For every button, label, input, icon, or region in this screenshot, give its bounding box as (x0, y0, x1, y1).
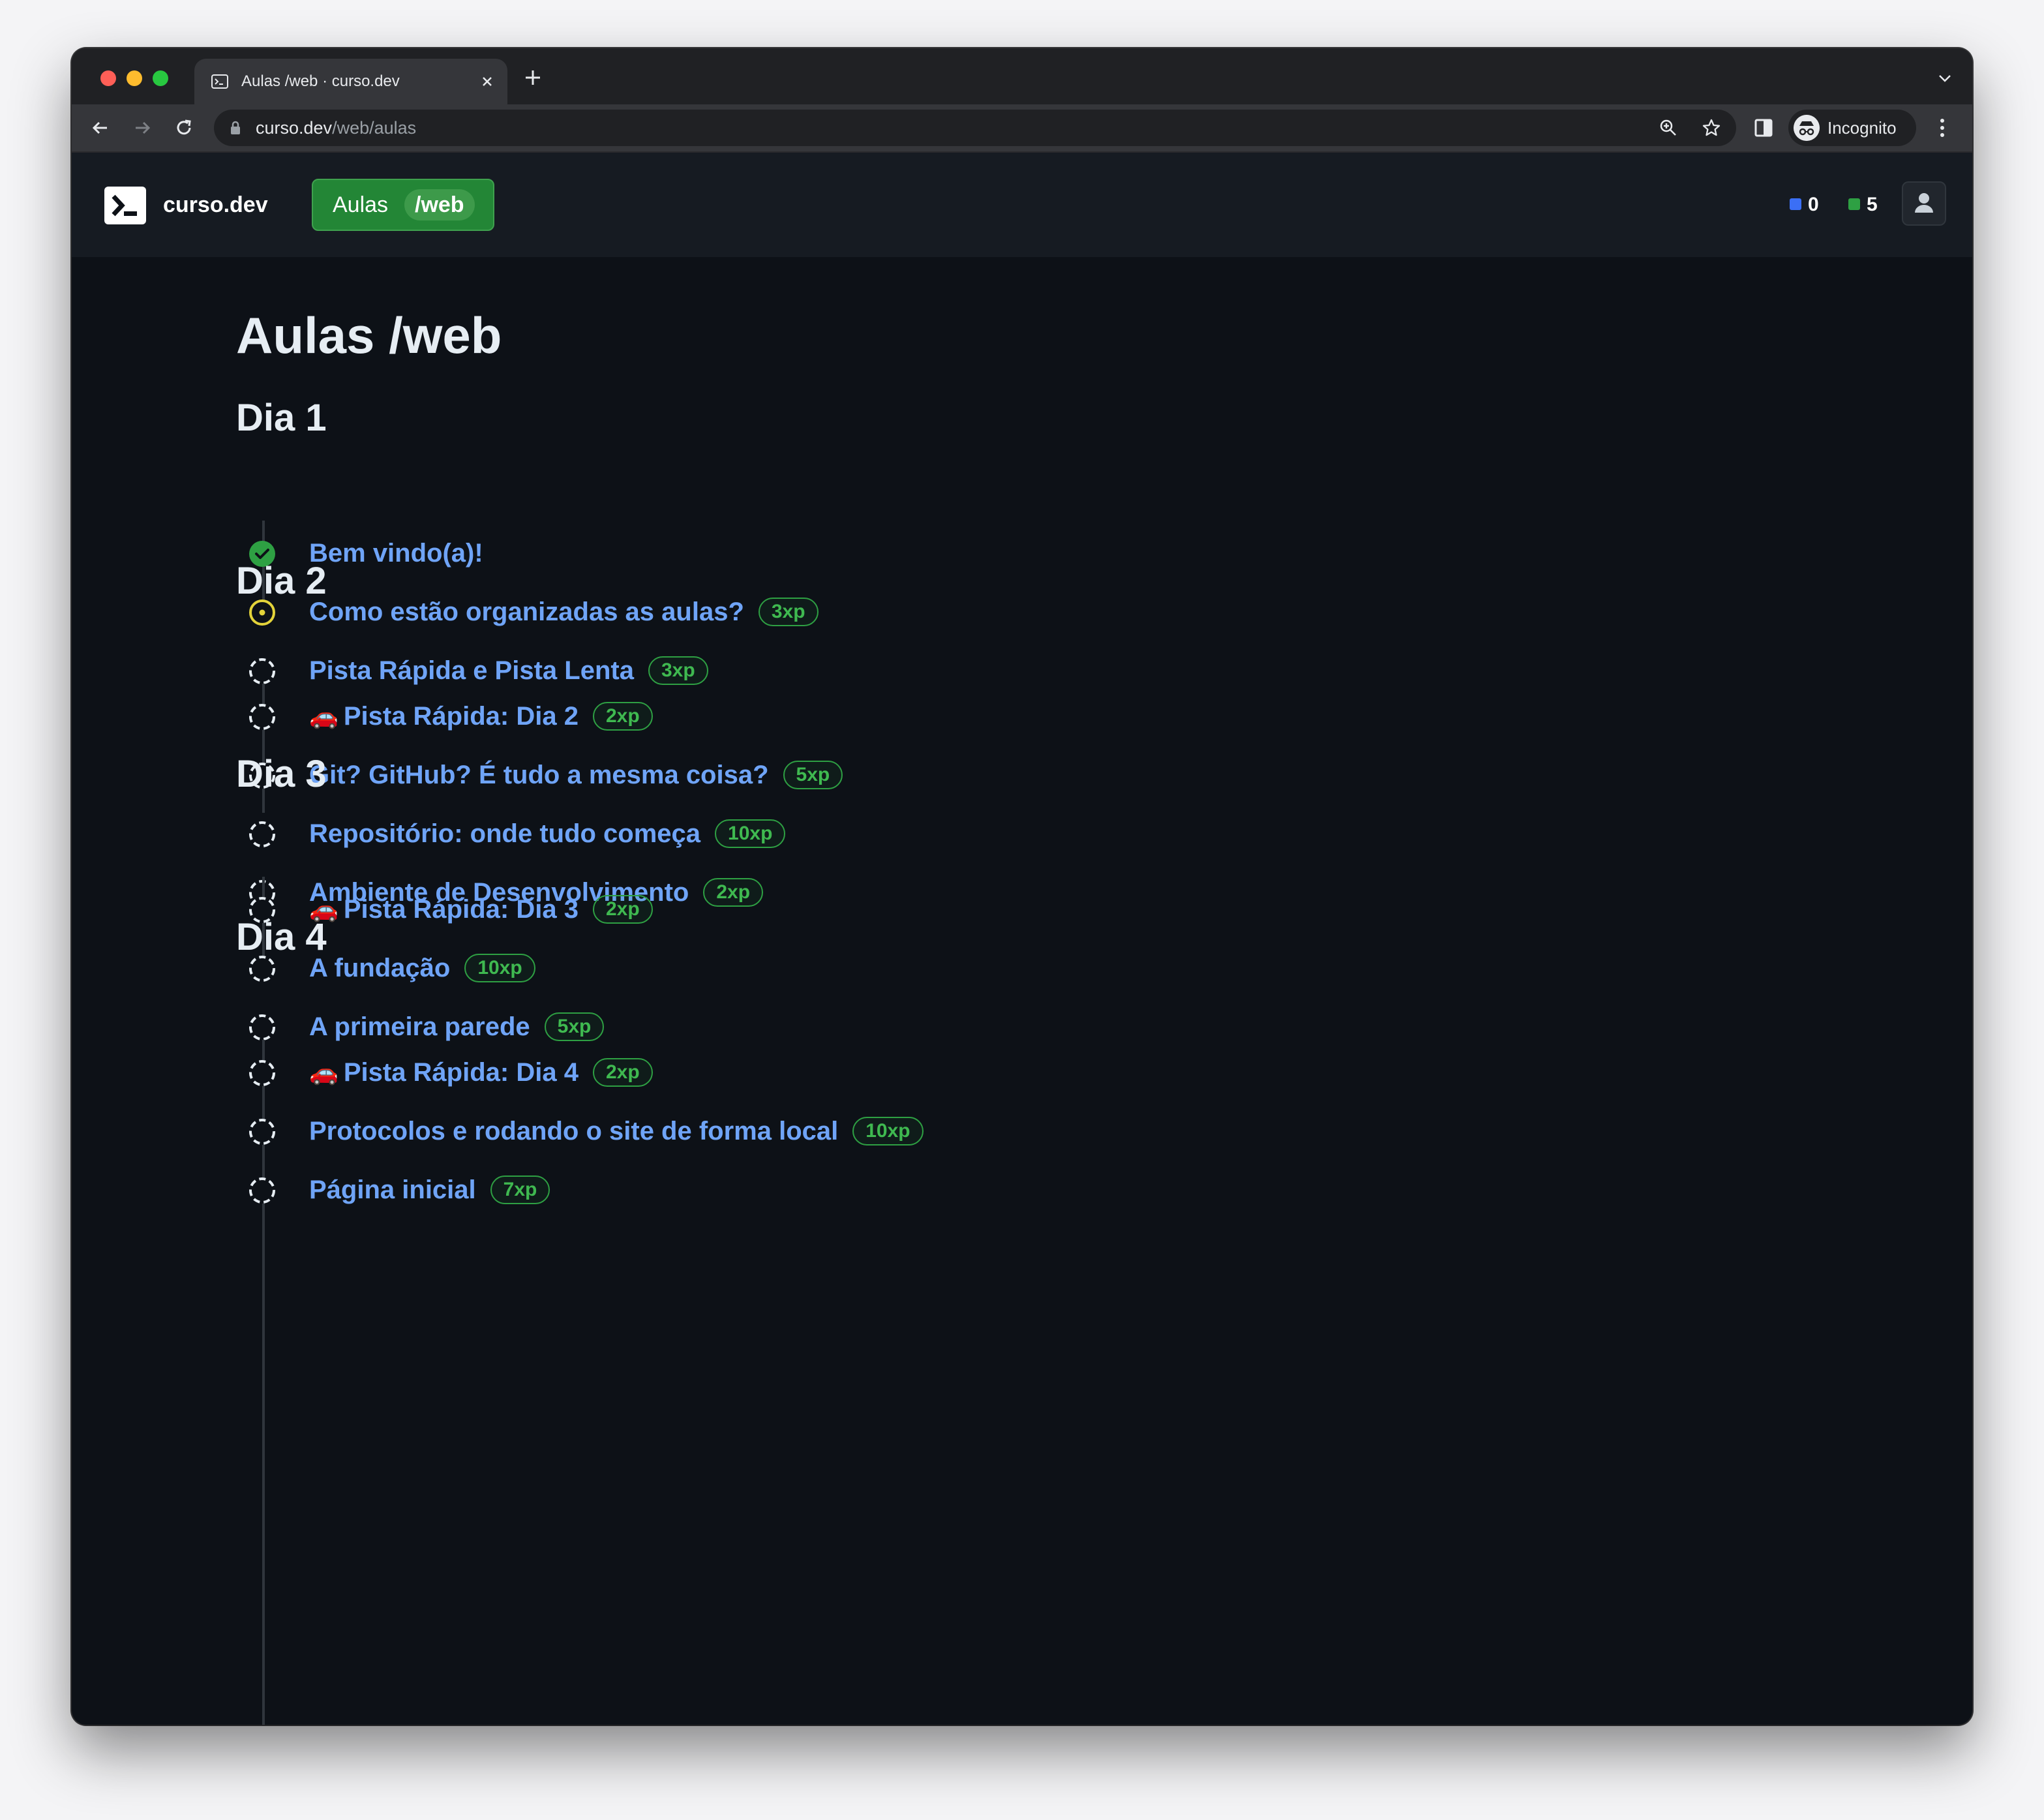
blue-square-icon (1790, 198, 1801, 210)
tab-title: Aulas /web · curso.dev (241, 72, 400, 90)
forward-arrow-icon[interactable] (130, 116, 154, 140)
browser-tab-bar: Aulas /web · curso.dev (72, 48, 1972, 104)
xp-badge: 2xp (592, 1058, 653, 1087)
tab-search-chevron-icon[interactable] (1937, 72, 1953, 85)
lesson-link[interactable]: Pista Rápida e Pista Lenta 3xp (309, 651, 708, 690)
xp-badge: 5xp (544, 1012, 605, 1041)
stat-blue-count: 0 (1808, 194, 1819, 215)
lesson-link[interactable]: 🚗 Pista Rápida: Dia 2 2xp (309, 697, 653, 736)
lesson-link[interactable]: 🚗 Pista Rápida: Dia 3 2xp (309, 890, 653, 929)
lesson-title: Repositório: onde tudo começa (309, 819, 701, 848)
lock-icon[interactable] (230, 120, 241, 136)
lesson-link[interactable]: Como estão organizadas as aulas? 3xp (309, 592, 819, 631)
xp-badge: 3xp (758, 598, 819, 626)
lesson-title: Pista Rápida e Pista Lenta (309, 656, 634, 685)
back-arrow-icon[interactable] (89, 116, 112, 140)
xp-badge: 7xp (490, 1175, 550, 1204)
day-title: Dia 2 (236, 560, 327, 602)
url-text: curso.dev/web/aulas (256, 110, 416, 146)
lesson-title: Pista Rápida: Dia 3 (343, 895, 579, 924)
xp-badge: 3xp (648, 656, 708, 685)
section-pill-button[interactable]: Aulas /web (312, 179, 494, 231)
lesson-title: Página inicial (309, 1175, 476, 1204)
dashed-circle-icon (249, 821, 275, 847)
url-host: curso.dev (256, 118, 333, 138)
day-title: Dia 4 (236, 916, 327, 958)
lesson-link[interactable]: Bem vindo(a)! (309, 534, 483, 573)
dashed-circle-icon (249, 658, 275, 684)
lesson-title: Como estão organizadas as aulas? (309, 598, 744, 626)
brand-name[interactable]: curso.dev (163, 153, 268, 257)
lesson-title: Pista Rápida: Dia 4 (343, 1058, 579, 1087)
lesson-link[interactable]: Protocolos e rodando o site de forma loc… (309, 1112, 924, 1151)
minimize-window-button[interactable] (127, 70, 142, 86)
day-title: Dia 3 (236, 753, 327, 795)
dashed-circle-icon (249, 1014, 275, 1040)
section-label: Aulas (333, 192, 389, 217)
lesson-link[interactable]: 🚗 Pista Rápida: Dia 4 2xp (309, 1053, 653, 1092)
car-emoji-icon: 🚗 (309, 703, 338, 729)
lesson-link[interactable]: A primeira parede 5xp (309, 1007, 605, 1046)
lesson-title: A fundação (309, 954, 451, 982)
lesson-title: Bem vindo(a)! (309, 539, 483, 568)
lessons-page: Aulas /web Dia 1 Bem vindo(a)! Como estão … (72, 257, 1972, 1725)
reload-icon[interactable] (172, 116, 196, 140)
xp-badge: 2xp (592, 702, 653, 731)
green-square-icon (1848, 198, 1860, 210)
incognito-icon (1794, 115, 1820, 141)
dashed-circle-icon (249, 1177, 275, 1204)
terminal-logo-icon[interactable] (104, 187, 146, 224)
dashed-circle-icon (249, 704, 275, 730)
lesson-link[interactable]: Git? GitHub? É tudo a mesma coisa? 5xp (309, 755, 843, 795)
lesson-title: Pista Rápida: Dia 2 (343, 702, 579, 731)
xp-badge: 10xp (852, 1117, 924, 1145)
browser-tab[interactable]: Aulas /web · curso.dev (194, 59, 507, 104)
zoom-icon[interactable] (1658, 117, 1679, 138)
terminal-prompt-icon (112, 194, 137, 217)
close-window-button[interactable] (100, 70, 116, 86)
bookmark-star-icon[interactable] (1701, 117, 1722, 138)
browser-menu-icon[interactable] (1938, 116, 1946, 140)
xp-badge: 10xp (715, 819, 786, 848)
user-icon (1915, 193, 1933, 213)
maximize-window-button[interactable] (153, 70, 168, 86)
user-menu-button[interactable] (1902, 181, 1946, 226)
incognito-label: Incognito (1827, 118, 1897, 138)
lesson-title: Git? GitHub? É tudo a mesma coisa? (309, 761, 769, 789)
lesson-title: A primeira parede (309, 1012, 530, 1041)
lesson-link[interactable]: A fundação 10xp (309, 948, 535, 988)
lesson-title: Protocolos e rodando o site de forma loc… (309, 1117, 839, 1145)
side-panel-icon[interactable] (1753, 117, 1774, 138)
browser-window: Aulas /web · curso.dev curso.dev/web/aul… (72, 48, 1972, 1725)
xp-badge: 2xp (592, 895, 653, 924)
url-path: /web/aulas (332, 118, 417, 138)
new-tab-icon[interactable] (523, 68, 543, 87)
car-emoji-icon: 🚗 (309, 1059, 338, 1085)
xp-badge: 5xp (783, 761, 843, 789)
terminal-favicon-icon (211, 74, 228, 89)
lesson-link[interactable]: Página inicial 7xp (309, 1170, 550, 1209)
browser-toolbar: curso.dev/web/aulas Incognito (72, 104, 1972, 153)
stat-green-count: 5 (1867, 194, 1878, 215)
dashed-circle-icon (249, 1119, 275, 1145)
xp-badge: 2xp (703, 878, 764, 907)
dashed-circle-icon (249, 1060, 275, 1086)
address-bar[interactable]: curso.dev/web/aulas (214, 110, 1736, 146)
page-title: Aulas /web (236, 307, 502, 364)
close-tab-icon[interactable] (479, 73, 496, 90)
day-title: Dia 1 (236, 397, 327, 439)
section-tag: /web (404, 189, 475, 220)
xp-badge: 10xp (464, 954, 535, 982)
site-header: curso.dev Aulas /web 0 5 (72, 153, 1972, 257)
incognito-profile-button[interactable]: Incognito (1788, 110, 1916, 146)
lesson-link[interactable]: Repositório: onde tudo começa 10xp (309, 814, 786, 853)
